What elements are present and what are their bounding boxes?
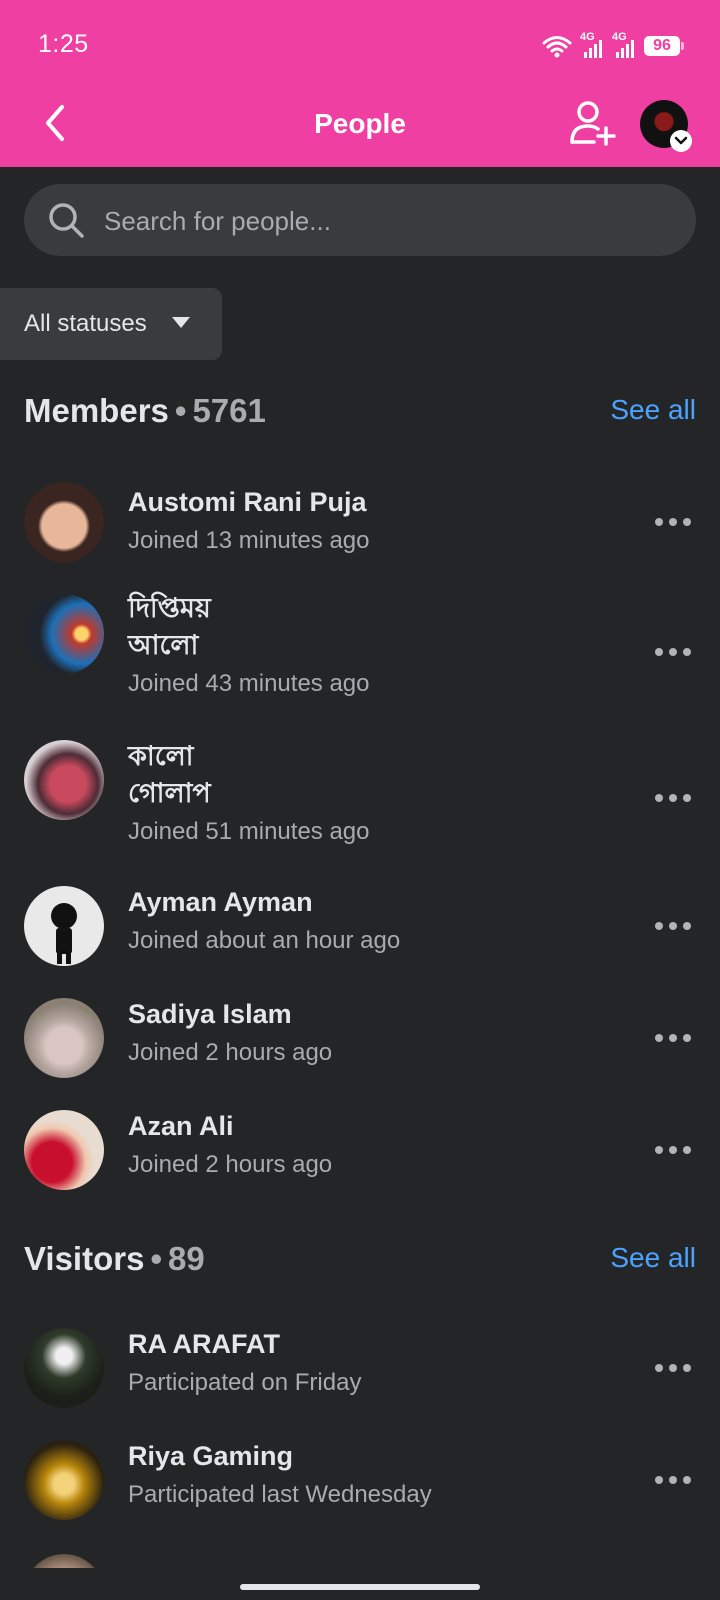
member-joined: Joined about an hour ago	[128, 927, 401, 954]
add-person-icon	[570, 101, 616, 146]
avatar	[24, 886, 104, 966]
avatar	[24, 1328, 104, 1408]
member-name: Austomi Rani Puja	[128, 487, 367, 517]
visitor-participated: Participated on Friday	[128, 1369, 362, 1396]
avatar	[24, 482, 104, 562]
signal-icon-2: 4G	[612, 31, 636, 59]
visitors-title: Visitors	[24, 1240, 145, 1277]
more-options-button[interactable]	[648, 906, 698, 946]
home-indicator[interactable]	[240, 1584, 480, 1590]
status-icons: 4G 4G 96	[542, 31, 684, 60]
more-options-button[interactable]	[648, 502, 698, 542]
member-name: কালো গোলাপ	[128, 741, 211, 808]
member-row[interactable]: Austomi Rani Puja Joined 13 minutes ago	[0, 480, 720, 580]
visitor-row[interactable]: Riya Gaming Participated last Wednesday	[0, 1440, 720, 1540]
visitor-name: RA ARAFAT	[128, 1329, 280, 1359]
avatar	[24, 1440, 104, 1520]
status-time: 1:25	[38, 30, 89, 58]
visitors-section-header: Visitors • 89 See all	[24, 1240, 696, 1280]
filter-label: All statuses	[24, 310, 147, 337]
caret-down-icon	[172, 317, 190, 328]
signal-icon-1: 4G	[580, 31, 604, 59]
avatar	[24, 740, 104, 820]
status-filter-dropdown[interactable]: All statuses	[0, 288, 222, 360]
member-name: Azan Ali	[128, 1111, 234, 1141]
visitors-see-all-link[interactable]: See all	[610, 1242, 696, 1274]
member-row[interactable]: Azan Ali Joined 2 hours ago	[0, 1110, 720, 1210]
more-options-button[interactable]	[648, 778, 698, 818]
visitors-count: 89	[168, 1240, 205, 1277]
members-see-all-link[interactable]: See all	[610, 394, 696, 426]
more-options-button[interactable]	[648, 1348, 698, 1388]
avatar	[24, 594, 104, 674]
more-options-button[interactable]	[648, 632, 698, 672]
visitor-name: Riya Gaming	[128, 1441, 294, 1471]
avatar	[24, 1554, 104, 1568]
member-joined: Joined 2 hours ago	[128, 1151, 333, 1178]
search-placeholder: Search for people...	[104, 206, 331, 236]
separator-dot: •	[174, 392, 187, 429]
status-bar: 1:25 4G 4G 96	[0, 0, 720, 90]
search-icon	[49, 203, 84, 238]
battery-icon: 96	[644, 36, 684, 56]
nav-bar: People	[0, 90, 720, 167]
wifi-icon	[542, 36, 572, 58]
member-name: Sadiya Islam	[128, 999, 292, 1029]
add-person-button[interactable]	[566, 96, 620, 150]
avatar-silhouette	[51, 903, 77, 964]
more-options-button[interactable]	[648, 1460, 698, 1500]
more-options-button[interactable]	[648, 1130, 698, 1170]
avatar	[24, 1110, 104, 1190]
members-title: Members	[24, 392, 169, 429]
visitor-row-partial	[0, 1548, 720, 1568]
chevron-down-icon	[670, 130, 692, 152]
visitor-row[interactable]: RA ARAFAT Participated on Friday	[0, 1328, 720, 1428]
member-joined: Joined 2 hours ago	[128, 1039, 333, 1066]
member-name: দিপ্তিময় আলো	[128, 593, 211, 660]
member-joined: Joined 13 minutes ago	[128, 527, 370, 554]
visitor-participated: Participated last Wednesday	[128, 1481, 432, 1508]
member-joined: Joined 51 minutes ago	[128, 818, 370, 845]
members-section-header: Members • 5761 See all	[24, 392, 696, 432]
members-count: 5761	[192, 392, 266, 429]
more-options-button[interactable]	[648, 1018, 698, 1058]
separator-dot: •	[150, 1240, 163, 1277]
member-row[interactable]: Ayman Ayman Joined about an hour ago	[0, 886, 720, 986]
member-row[interactable]: Sadiya Islam Joined 2 hours ago	[0, 998, 720, 1098]
profile-avatar[interactable]	[640, 100, 692, 152]
member-row[interactable]: দিপ্তিময় আলো Joined 43 minutes ago	[0, 592, 720, 712]
avatar	[24, 998, 104, 1078]
member-name: Ayman Ayman	[128, 887, 313, 917]
member-joined: Joined 43 minutes ago	[128, 670, 370, 697]
search-input[interactable]: Search for people...	[24, 184, 696, 256]
app-header: 1:25 4G 4G 96 People	[0, 0, 720, 167]
member-row[interactable]: কালো গোলাপ Joined 51 minutes ago	[0, 740, 720, 860]
